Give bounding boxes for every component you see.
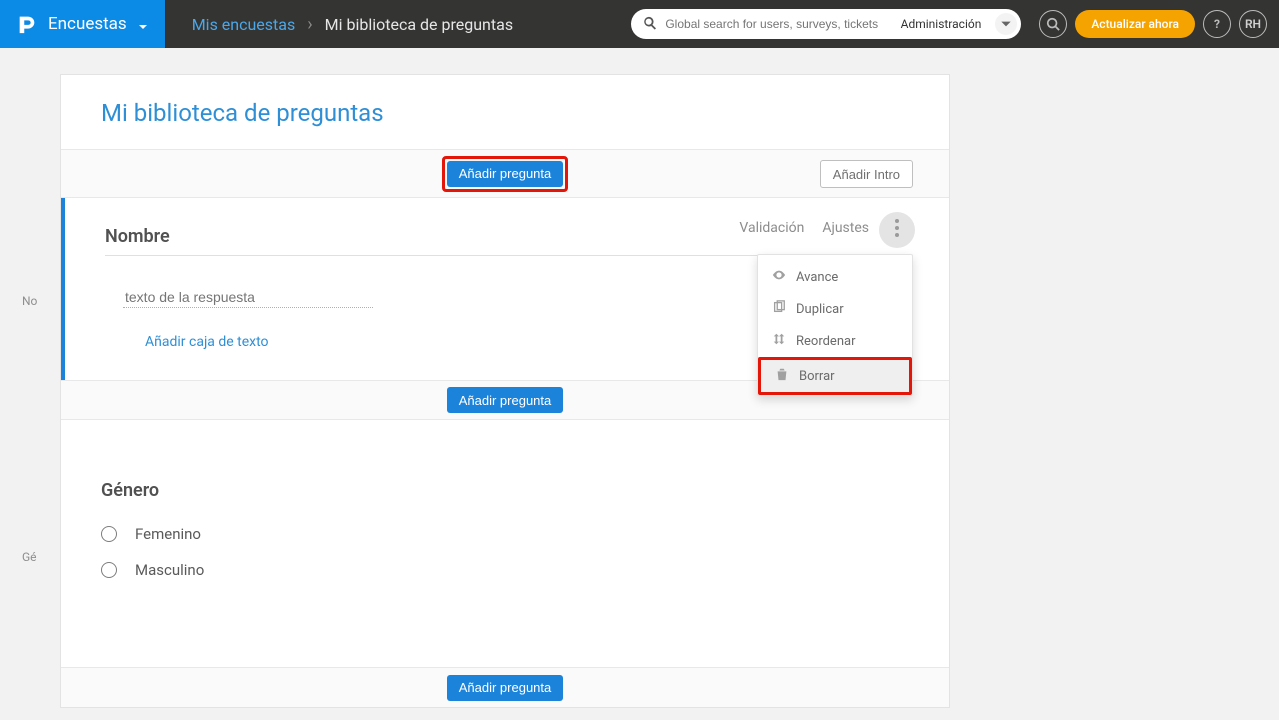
add-question-button-bottom[interactable]: Añadir pregunta	[447, 675, 564, 701]
eye-icon	[772, 268, 786, 286]
secondary-search-button[interactable]	[1039, 10, 1067, 38]
bottom-action-bar: Añadir pregunta	[61, 667, 949, 707]
question-tabs: Validación Ajustes	[739, 220, 869, 236]
brand-label: Encuestas	[48, 14, 127, 34]
reorder-icon	[772, 332, 786, 350]
menu-item-preview-label: Avance	[796, 270, 838, 285]
global-search[interactable]: Administración	[631, 9, 1021, 39]
card-header: Mi biblioteca de preguntas	[61, 75, 949, 150]
upgrade-button[interactable]: Actualizar ahora	[1075, 10, 1195, 38]
radio-icon	[101, 562, 117, 578]
option-row-femenino[interactable]: Femenino	[101, 525, 909, 543]
option-row-masculino[interactable]: Masculino	[101, 561, 909, 579]
trash-icon	[775, 367, 789, 385]
breadcrumb-current: Mi biblioteca de preguntas	[325, 15, 513, 34]
breadcrumb: Mis encuestas › Mi biblioteca de pregunt…	[166, 14, 513, 35]
menu-item-duplicate[interactable]: Duplicar	[758, 293, 912, 325]
option-label-masculino: Masculino	[135, 561, 204, 579]
question-type-tag-2: Gé	[22, 550, 37, 564]
menu-item-duplicate-label: Duplicar	[796, 302, 844, 317]
question-card-nombre: Validación Ajustes Avance Duplicar	[61, 198, 949, 380]
brand-menu[interactable]: Encuestas	[0, 0, 166, 48]
dots-vertical-icon	[895, 219, 899, 241]
add-question-button-mid[interactable]: Añadir pregunta	[447, 387, 564, 413]
question-type-tag-1: No	[22, 294, 37, 308]
highlight-add-question: Añadir pregunta	[442, 156, 569, 192]
menu-item-delete[interactable]: Borrar	[761, 360, 909, 392]
top-bar: Encuestas Mis encuestas › Mi biblioteca …	[0, 0, 1279, 48]
answer-text-input[interactable]	[123, 286, 373, 308]
add-question-button-top[interactable]: Añadir pregunta	[447, 161, 564, 187]
tab-validation[interactable]: Validación	[739, 220, 804, 236]
user-avatar[interactable]: RH	[1239, 10, 1267, 38]
library-card: Mi biblioteca de preguntas Añadir pregun…	[60, 74, 950, 708]
radio-icon	[101, 526, 117, 542]
page-title: Mi biblioteca de preguntas	[101, 99, 909, 127]
help-icon: ?	[1214, 17, 1220, 31]
search-icon	[643, 15, 657, 34]
menu-item-reorder-label: Reordenar	[796, 334, 855, 349]
brand-logo-icon	[16, 13, 38, 35]
search-scope-caret[interactable]	[995, 13, 1017, 35]
user-initials: RH	[1245, 17, 1261, 31]
page: No Gé Mi biblioteca de preguntas Añadir …	[0, 48, 1279, 708]
menu-item-delete-label: Borrar	[799, 369, 835, 384]
caret-down-icon	[137, 18, 149, 30]
highlight-delete: Borrar	[758, 357, 912, 395]
menu-item-preview[interactable]: Avance	[758, 261, 912, 293]
search-scope-label[interactable]: Administración	[895, 13, 988, 35]
chevron-right-icon: ›	[307, 14, 312, 35]
menu-item-reorder[interactable]: Reordenar	[758, 325, 912, 357]
global-search-input[interactable]	[663, 16, 888, 32]
question-more-button[interactable]	[879, 212, 915, 248]
breadcrumb-link-my-surveys[interactable]: Mis encuestas	[192, 15, 296, 34]
upgrade-label: Actualizar ahora	[1091, 17, 1179, 31]
question-card-genero: Género Femenino Masculino	[61, 420, 949, 667]
option-label-femenino: Femenino	[135, 525, 201, 543]
help-button[interactable]: ?	[1203, 10, 1231, 38]
tab-settings[interactable]: Ajustes	[822, 220, 869, 236]
copy-icon	[772, 300, 786, 318]
add-intro-button[interactable]: Añadir Intro	[820, 160, 913, 188]
question-more-menu: Avance Duplicar Reordenar Borrar	[757, 254, 913, 396]
question-title-genero[interactable]: Género	[101, 480, 909, 501]
top-action-bar: Añadir pregunta Añadir Intro	[61, 150, 949, 198]
